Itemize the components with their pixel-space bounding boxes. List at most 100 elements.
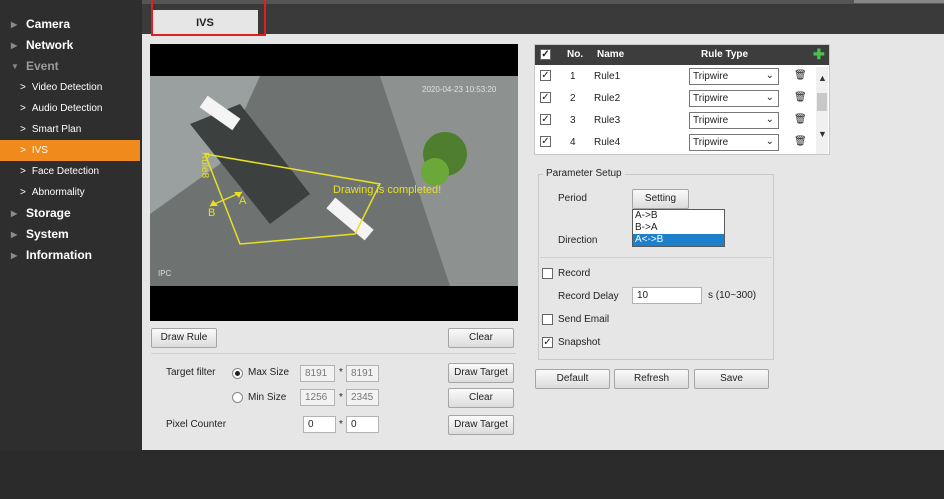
nav-label: Abnormality: [31, 187, 85, 198]
target-filter-label: Target filter: [166, 367, 216, 378]
rule-no: 2: [570, 93, 576, 104]
nav-abnormality[interactable]: > Abnormality: [0, 182, 142, 203]
clear-button[interactable]: Clear: [448, 328, 514, 348]
chevron-down-icon: ⌄: [765, 92, 774, 103]
rule-type-select[interactable]: Tripwire ⌄: [689, 112, 779, 129]
rule-checkbox[interactable]: ✓: [540, 114, 551, 125]
add-rule-icon[interactable]: ✚: [813, 46, 825, 63]
default-button[interactable]: Default: [535, 369, 610, 389]
nav-label: System: [26, 227, 69, 241]
pixel-draw-target-button[interactable]: Draw Target: [448, 415, 514, 435]
nav-system[interactable]: ▶ System: [0, 224, 142, 245]
max-size-radio[interactable]: [232, 368, 243, 379]
rule-type-select[interactable]: Tripwire ⌄: [689, 134, 779, 151]
send-email-checkbox[interactable]: [542, 314, 553, 325]
nav-label: IVS: [31, 145, 48, 156]
caret-down-icon: ▼: [11, 62, 19, 71]
rule-type-value: Tripwire: [693, 137, 729, 148]
clear-target-button[interactable]: Clear: [448, 388, 514, 408]
rule-name: Rule1: [594, 71, 621, 82]
nav-label: Event: [26, 59, 59, 73]
direction-option[interactable]: B->A: [633, 222, 724, 234]
min-height-input[interactable]: 2345: [346, 389, 379, 406]
pixel-counter-label: Pixel Counter: [166, 419, 227, 430]
rule-row[interactable]: ✓ 2 Rule2 Tripwire ⌄ 🗑: [535, 88, 817, 110]
trash-icon[interactable]: 🗑: [794, 92, 807, 103]
header-rule-type: Rule Type: [701, 49, 749, 60]
header-name: Name: [597, 49, 625, 60]
nav-audio-detection[interactable]: > Audio Detection: [0, 98, 142, 119]
video-timestamp: 2020-04-23 10:53:20: [422, 85, 497, 94]
select-all-checkbox[interactable]: ✓: [540, 49, 551, 60]
nav-event[interactable]: ▼ Event: [0, 56, 142, 77]
nav-video-detection[interactable]: > Video Detection: [0, 77, 142, 98]
record-delay-input[interactable]: 10: [632, 287, 702, 304]
rule-checkbox[interactable]: ✓: [540, 136, 551, 147]
direction-dropdown[interactable]: A->B B->A A<->B: [632, 209, 725, 247]
snapshot-label: Snapshot: [558, 337, 601, 348]
rule-type-select[interactable]: Tripwire ⌄: [689, 90, 779, 107]
bottom-bar: [0, 450, 944, 499]
caret-right-icon: ▶: [11, 251, 18, 260]
trash-icon[interactable]: 🗑: [794, 136, 807, 147]
video-preview[interactable]: 2020-04-23 10:53:20 Rule8 A B Drawing is…: [150, 44, 518, 321]
chevron-right-icon: >: [20, 103, 26, 114]
nav-label: Audio Detection: [31, 103, 103, 114]
trash-icon[interactable]: 🗑: [794, 114, 807, 125]
rules-scrollbar[interactable]: ▲ ▼: [816, 67, 828, 154]
rules-table: ✓ No. Name Rule Type ✚ ✓ 1 Rule1 Tripwir…: [534, 44, 830, 155]
save-button[interactable]: Save: [694, 369, 769, 389]
rule-row[interactable]: ✓ 1 Rule1 Tripwire ⌄ 🗑: [535, 66, 817, 88]
top-strip-accent: [854, 0, 944, 3]
nav-smart-plan[interactable]: > Smart Plan: [0, 119, 142, 140]
pixel-height-input[interactable]: 0: [346, 416, 379, 433]
chevron-right-icon: >: [20, 166, 26, 177]
trash-icon[interactable]: 🗑: [794, 70, 807, 81]
max-size-label: Max Size: [248, 367, 290, 378]
tab-ivs[interactable]: IVS: [152, 10, 258, 36]
rule-name: Rule2: [594, 93, 621, 104]
record-delay-label: Record Delay: [558, 291, 619, 302]
point-a-label: A: [239, 195, 247, 207]
draw-target-button[interactable]: Draw Target: [448, 363, 514, 383]
nav-label: Network: [26, 38, 74, 52]
point-b-label: B: [208, 207, 215, 219]
nav-camera[interactable]: ▶ Camera: [0, 14, 142, 35]
chevron-down-icon: ⌄: [765, 114, 774, 125]
plant-leaves: [421, 158, 449, 186]
rule-no: 1: [570, 71, 576, 82]
max-height-input[interactable]: 8191: [346, 365, 379, 382]
max-width-input[interactable]: 8191: [300, 365, 335, 382]
caret-right-icon: ▶: [11, 209, 18, 218]
min-width-input[interactable]: 1256: [300, 389, 335, 406]
direction-option[interactable]: A->B: [633, 210, 724, 222]
rule-checkbox[interactable]: ✓: [540, 92, 551, 103]
setting-button[interactable]: Setting: [632, 189, 689, 209]
pixel-width-input[interactable]: 0: [303, 416, 336, 433]
rule-type-select[interactable]: Tripwire ⌄: [689, 68, 779, 85]
nav-ivs[interactable]: > IVS: [0, 140, 140, 161]
scroll-thumb[interactable]: [817, 93, 827, 111]
nav-storage[interactable]: ▶ Storage: [0, 203, 142, 224]
rule-no: 3: [570, 115, 576, 126]
scroll-down-icon[interactable]: ▼: [818, 129, 827, 139]
divider: [540, 257, 772, 258]
rule-row[interactable]: ✓ 3 Rule3 Tripwire ⌄ 🗑: [535, 110, 817, 132]
snapshot-checkbox[interactable]: ✓: [542, 337, 553, 348]
video-scene: 2020-04-23 10:53:20 Rule8 A B Drawing is…: [150, 76, 518, 286]
scroll-up-icon[interactable]: ▲: [818, 73, 827, 83]
rule-type-value: Tripwire: [693, 71, 729, 82]
min-size-label: Min Size: [248, 392, 287, 403]
nav-label: Storage: [26, 206, 71, 220]
nav-network[interactable]: ▶ Network: [0, 35, 142, 56]
nav-face-detection[interactable]: > Face Detection: [0, 161, 142, 182]
refresh-button[interactable]: Refresh: [614, 369, 689, 389]
nav-information[interactable]: ▶ Information: [0, 245, 142, 266]
record-checkbox[interactable]: [542, 268, 553, 279]
rule-row[interactable]: ✓ 4 Rule4 Tripwire ⌄ 🗑: [535, 132, 817, 154]
direction-option-selected[interactable]: A<->B: [633, 234, 724, 246]
nav-label: Smart Plan: [31, 124, 82, 135]
min-size-radio[interactable]: [232, 392, 243, 403]
rule-checkbox[interactable]: ✓: [540, 70, 551, 81]
draw-rule-button[interactable]: Draw Rule: [151, 328, 217, 348]
